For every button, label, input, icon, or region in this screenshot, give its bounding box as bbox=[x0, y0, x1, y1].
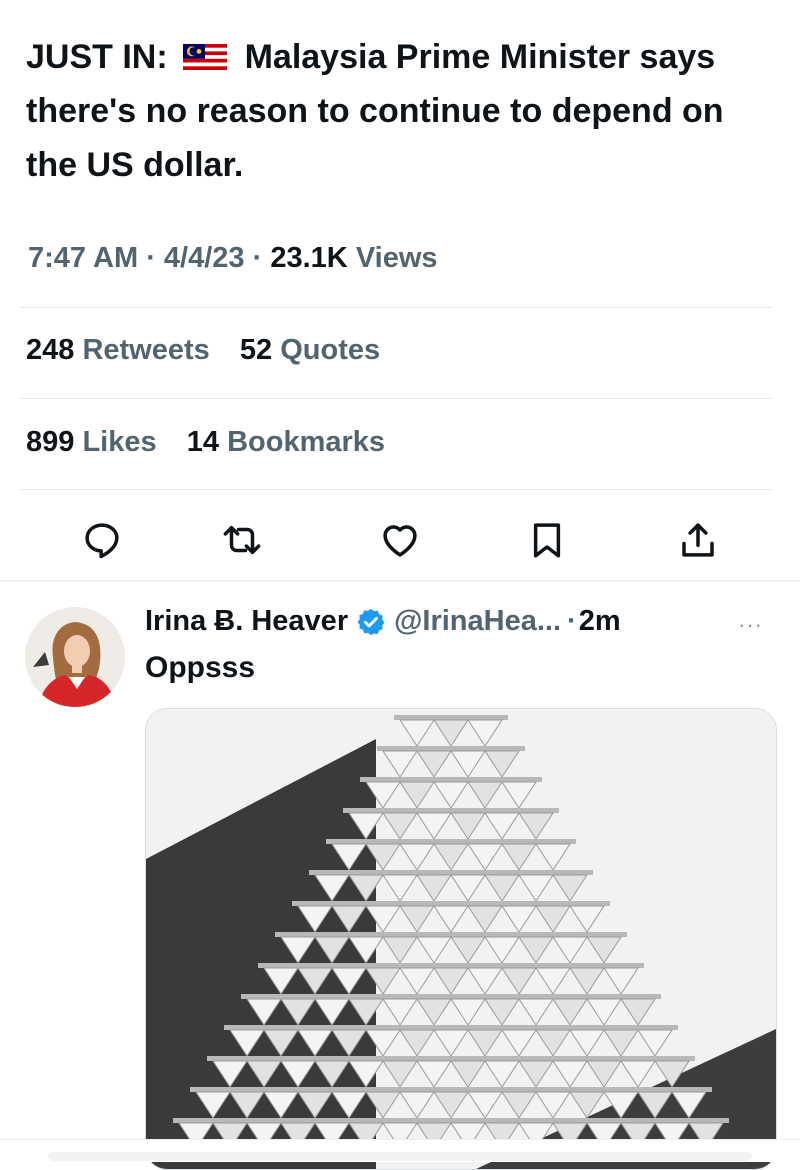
retweets-label: Retweets bbox=[82, 334, 210, 366]
divider bbox=[20, 398, 772, 399]
share-icon bbox=[682, 523, 714, 557]
bookmarks-label: Bookmarks bbox=[227, 426, 386, 458]
reply-display-name[interactable]: Irina Ƀ. Heaver bbox=[145, 605, 348, 638]
tweet-meta: 7:47 AM · 4/4/23 · 23.1K Views bbox=[28, 242, 438, 275]
malaysia-flag-icon bbox=[183, 44, 228, 70]
bookmarks-link[interactable]: 14 Bookmarks bbox=[187, 426, 385, 458]
bookmark-icon bbox=[533, 523, 561, 558]
house-of-cards-image bbox=[146, 709, 776, 1169]
more-options-icon[interactable]: ··· bbox=[738, 612, 763, 638]
reply-handle[interactable]: @IrinaHea... bbox=[394, 605, 561, 638]
retweet-icon bbox=[223, 526, 261, 554]
stats-row-reposts: 248 Retweets 52 Quotes bbox=[26, 334, 380, 367]
meta-separator: · bbox=[252, 242, 263, 274]
reply-media[interactable] bbox=[145, 708, 777, 1170]
reply-button[interactable] bbox=[74, 512, 130, 568]
tweet-time[interactable]: 7:47 AM bbox=[28, 242, 138, 274]
reply-text: Oppsss bbox=[145, 651, 256, 684]
compose-reply-bar[interactable] bbox=[48, 1152, 752, 1161]
tweet-prefix: JUST IN: bbox=[26, 38, 168, 76]
retweet-button[interactable] bbox=[214, 512, 270, 568]
likes-count: 899 bbox=[26, 426, 75, 458]
quotes-count: 52 bbox=[239, 334, 273, 366]
likes-label: Likes bbox=[82, 426, 157, 458]
tweet-text: JUST IN: Malaysia Prime Minister says th… bbox=[26, 30, 756, 192]
views-label: Views bbox=[355, 242, 438, 274]
section-separator bbox=[0, 580, 800, 582]
bookmark-button[interactable] bbox=[519, 512, 575, 568]
reply-separator: · bbox=[567, 605, 577, 637]
avatar[interactable] bbox=[25, 607, 125, 707]
tweet-date[interactable]: 4/4/23 bbox=[164, 242, 245, 274]
reply-time[interactable]: 2m bbox=[579, 605, 621, 638]
bookmarks-count: 14 bbox=[186, 426, 220, 458]
like-icon bbox=[383, 525, 417, 557]
divider bbox=[20, 489, 772, 490]
divider bbox=[20, 307, 772, 308]
avatar-photo bbox=[25, 607, 125, 707]
likes-link[interactable]: 899 Likes bbox=[26, 426, 165, 458]
stats-row-likes: 899 Likes 14 Bookmarks bbox=[26, 426, 385, 459]
quotes-link[interactable]: 52 Quotes bbox=[240, 334, 380, 366]
reply-icon bbox=[85, 523, 119, 559]
retweets-count: 248 bbox=[26, 334, 75, 366]
views-count: 23.1K bbox=[270, 242, 348, 274]
share-button[interactable] bbox=[670, 512, 726, 568]
reply-header: Irina Ƀ. Heaver @IrinaHea... · 2m bbox=[145, 605, 621, 638]
verified-badge-icon bbox=[357, 608, 385, 635]
action-bar bbox=[0, 512, 800, 568]
quotes-label: Quotes bbox=[280, 334, 381, 366]
like-button[interactable] bbox=[372, 512, 428, 568]
meta-separator: · bbox=[146, 242, 156, 274]
retweets-link[interactable]: 248 Retweets bbox=[26, 334, 218, 366]
